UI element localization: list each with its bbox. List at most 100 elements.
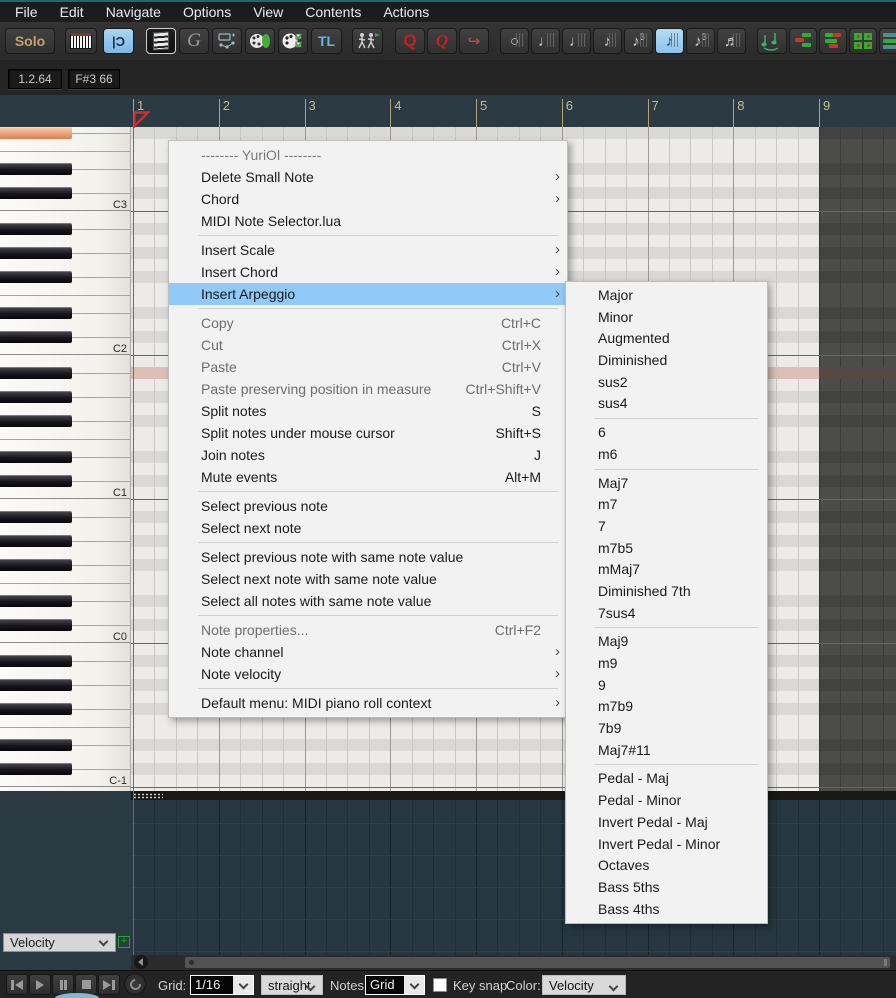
menu-item-note-velocity[interactable]: Note velocity›: [169, 663, 567, 685]
black-key[interactable]: [0, 271, 72, 283]
menubar-item-actions[interactable]: Actions: [372, 2, 440, 22]
velocity-lane[interactable]: [131, 800, 896, 955]
note-length-button-3[interactable]: ♩: [562, 28, 591, 54]
black-key[interactable]: [0, 679, 72, 691]
menu-item-default-menu-midi-piano-roll-context[interactable]: Default menu: MIDI piano roll context›: [169, 692, 567, 714]
grid-size-combo[interactable]: 1/16: [190, 975, 254, 995]
menu-item-cut[interactable]: CutCtrl+X: [169, 334, 567, 356]
color-combo[interactable]: Velocity: [542, 975, 626, 995]
quantize-button[interactable]: Q: [395, 28, 425, 54]
notation-view-button[interactable]: G: [179, 28, 209, 54]
black-key[interactable]: [0, 415, 72, 427]
black-key[interactable]: [0, 763, 72, 775]
menubar-item-navigate[interactable]: Navigate: [95, 2, 172, 22]
outside-item-area[interactable]: [819, 127, 896, 791]
pause-button[interactable]: [52, 974, 74, 995]
menu-item-maj7[interactable]: Maj7: [566, 473, 767, 495]
menu-item-pedal-minor[interactable]: Pedal - Minor: [566, 790, 767, 812]
menu-item-m7b5[interactable]: m7b5: [566, 538, 767, 560]
black-key[interactable]: [0, 223, 72, 235]
play-button[interactable]: [29, 974, 51, 995]
humanize-button[interactable]: [352, 28, 383, 54]
key-snap-checkbox[interactable]: [433, 978, 447, 992]
note-length-button-4[interactable]: ♪: [593, 28, 622, 54]
event-list-button[interactable]: [212, 28, 242, 54]
menu-item-split-notes-under-mouse-cursor[interactable]: Split notes under mouse cursorShift+S: [169, 422, 567, 444]
repeat-button[interactable]: [124, 973, 146, 995]
menu-item-7[interactable]: 7: [566, 516, 767, 538]
menubar-item-file[interactable]: File: [4, 2, 49, 22]
menu-item-join-notes[interactable]: Join notesJ: [169, 444, 567, 466]
dock-button[interactable]: |Ɔ: [103, 28, 134, 54]
black-key[interactable]: [0, 655, 72, 667]
reapply-quantize-button[interactable]: ↪: [459, 28, 489, 54]
menu-item-paste[interactable]: PasteCtrl+V: [169, 356, 567, 378]
note-offsets-button[interactable]: [789, 28, 817, 54]
menu-item-invert-pedal-minor[interactable]: Invert Pedal - Minor: [566, 834, 767, 856]
black-key[interactable]: [0, 451, 72, 463]
legato-button[interactable]: [757, 28, 787, 54]
menu-item-sus2[interactable]: sus2: [566, 372, 767, 394]
menu-item-select-previous-note[interactable]: Select previous note: [169, 495, 567, 517]
menu-item-delete-small-note[interactable]: Delete Small Note›: [169, 166, 567, 188]
menu-item-select-all-notes-with-same-note-value[interactable]: Select all notes with same note value: [169, 590, 567, 612]
menu-item-m9[interactable]: m9: [566, 653, 767, 675]
menu-item-mute-events[interactable]: Mute eventsAlt+M: [169, 466, 567, 488]
menu-item-copy[interactable]: CopyCtrl+C: [169, 312, 567, 334]
piano-keyboard[interactable]: C3C2C1C0C-1: [0, 127, 131, 791]
menu-item-chord[interactable]: Chord›: [169, 188, 567, 210]
go-to-start-button[interactable]: [6, 974, 28, 995]
menu-item-insert-scale[interactable]: Insert Scale›: [169, 239, 567, 261]
black-key[interactable]: [0, 331, 72, 343]
color-options-button[interactable]: [278, 28, 308, 54]
menu-item-minor[interactable]: Minor: [566, 307, 767, 329]
menubar-item-edit[interactable]: Edit: [49, 2, 95, 22]
menu-item-note-channel[interactable]: Note channel›: [169, 641, 567, 663]
black-key[interactable]: [0, 475, 72, 487]
menu-item-select-next-note-with-same-note-value[interactable]: Select next note with same note value: [169, 568, 567, 590]
splitter-drag-handle[interactable]: [133, 793, 163, 799]
menu-item-split-notes[interactable]: Split notesS: [169, 400, 567, 422]
menu-item-9[interactable]: 9: [566, 675, 767, 697]
black-key[interactable]: [0, 619, 72, 631]
menu-item-7b9[interactable]: 7b9: [566, 718, 767, 740]
menu-item-6[interactable]: 6: [566, 422, 767, 444]
scrollbar-track[interactable]: [185, 957, 890, 968]
note-length-button-7[interactable]: ♪3: [686, 28, 715, 54]
menubar-item-view[interactable]: View: [242, 2, 294, 22]
menu-item-select-next-note[interactable]: Select next note: [169, 517, 567, 539]
color-step-button[interactable]: [245, 28, 275, 54]
note-length-button-6[interactable]: ♪: [655, 28, 684, 54]
black-key[interactable]: [0, 535, 72, 547]
highlighted-black-key[interactable]: [0, 127, 72, 139]
timeline-mode-button[interactable]: TL: [311, 28, 342, 54]
menubar-item-options[interactable]: Options: [172, 2, 242, 22]
lane-selector[interactable]: Velocity: [3, 933, 116, 952]
note-lengths-button[interactable]: [819, 28, 847, 54]
menu-item-bass-4ths[interactable]: Bass 4ths: [566, 899, 767, 921]
menubar-item-contents[interactable]: Contents: [294, 2, 372, 22]
menu-item-m7[interactable]: m7: [566, 494, 767, 516]
scroll-left-button[interactable]: [134, 955, 148, 969]
horizontal-scrollbar[interactable]: [131, 955, 896, 970]
black-key[interactable]: [0, 559, 72, 571]
add-lane-button[interactable]: +: [118, 936, 130, 948]
menu-item-note-properties[interactable]: Note properties...Ctrl+F2: [169, 619, 567, 641]
piano-roll-view-button[interactable]: [146, 28, 176, 54]
black-key[interactable]: [0, 595, 72, 607]
menu-item-augmented[interactable]: Augmented: [566, 328, 767, 350]
note-length-button-8[interactable]: ♬: [717, 28, 746, 54]
stop-button[interactable]: [75, 974, 97, 995]
menu-item-diminished[interactable]: Diminished: [566, 350, 767, 372]
note-length-button-5[interactable]: ♪3: [624, 28, 653, 54]
menu-item-insert-chord[interactable]: Insert Chord›: [169, 261, 567, 283]
grid-blocks-button[interactable]: [849, 28, 877, 54]
lane-splitter[interactable]: [131, 791, 896, 800]
note-length-button-2[interactable]: ♩: [531, 28, 560, 54]
menu-item-major[interactable]: Major: [566, 285, 767, 307]
menu-item-m7b9[interactable]: m7b9: [566, 696, 767, 718]
menu-item-insert-arpeggio[interactable]: Insert Arpeggio›: [169, 283, 567, 305]
lane-bars-button[interactable]: [879, 28, 896, 54]
black-key[interactable]: [0, 391, 72, 403]
menu-item-octaves[interactable]: Octaves: [566, 855, 767, 877]
